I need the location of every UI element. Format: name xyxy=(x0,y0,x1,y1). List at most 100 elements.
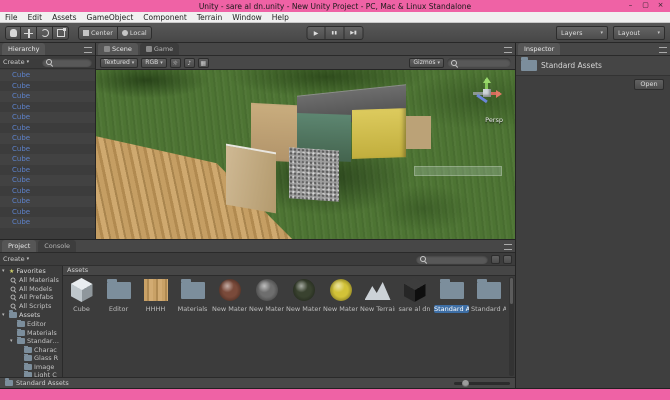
scene-lighting-toggle-icon[interactable]: ☼ xyxy=(169,57,181,68)
scene-orientation-gizmo[interactable] xyxy=(469,76,505,112)
asset-item[interactable]: sare al dn xyxy=(396,276,433,322)
hierarchy-item-cube[interactable]: Cube xyxy=(0,81,95,92)
hierarchy-item-cube[interactable]: Cube xyxy=(0,112,95,123)
menu-item[interactable]: Help xyxy=(267,13,294,22)
asset-item[interactable]: New Terrain xyxy=(359,276,396,322)
thumbnail-size-slider[interactable] xyxy=(454,379,510,387)
menu-item[interactable]: Edit xyxy=(23,13,48,22)
bottom-tab[interactable]: Project xyxy=(2,240,37,252)
favorite-search-item[interactable]: All Models xyxy=(0,285,62,294)
gizmo-hub[interactable] xyxy=(483,89,491,97)
draw-mode-dropdown[interactable]: Textured ▾ xyxy=(100,57,139,68)
create-dropdown[interactable]: Create ▾ xyxy=(3,58,29,66)
menu-item[interactable]: Terrain xyxy=(192,13,227,22)
play-button[interactable]: ▶ xyxy=(306,26,326,40)
panel-menu-icon[interactable] xyxy=(504,244,512,250)
tree-folder-item[interactable]: Materials xyxy=(0,328,62,338)
pivot-toggle-button[interactable]: Center xyxy=(78,26,118,40)
channels-label: RGB xyxy=(145,59,159,66)
tree-folder-item[interactable]: Image xyxy=(0,362,62,372)
view-tab[interactable]: Scene xyxy=(98,43,138,55)
menu-item[interactable]: File xyxy=(0,13,23,22)
hierarchy-item-cube[interactable]: Cube xyxy=(0,165,95,176)
project-create-dropdown[interactable]: Create ▾ xyxy=(3,255,29,263)
hand-icon xyxy=(9,29,17,37)
layers-dropdown[interactable]: Layers ▾ xyxy=(556,26,608,40)
scene-viewport[interactable]: Persp xyxy=(96,70,515,239)
asset-item[interactable]: HHHH xyxy=(137,276,174,322)
favorites-root[interactable]: ▾ ★ Favorites xyxy=(0,266,62,276)
gizmos-dropdown[interactable]: Gizmos ▾ xyxy=(409,57,444,68)
scale-tool-button[interactable] xyxy=(53,26,69,40)
close-button[interactable]: × xyxy=(653,0,668,12)
panel-menu-icon[interactable] xyxy=(504,47,512,53)
step-button[interactable]: ▶▮ xyxy=(344,26,364,40)
asset-item[interactable]: Standard A... xyxy=(433,276,470,322)
scene-search-input[interactable] xyxy=(447,58,511,67)
hierarchy-item-cube[interactable]: Cube xyxy=(0,207,95,218)
projection-label[interactable]: Persp xyxy=(485,116,503,124)
asset-item[interactable]: New Mater... xyxy=(211,276,248,322)
hierarchy-item-cube[interactable]: Cube xyxy=(0,196,95,207)
render-channels-dropdown[interactable]: RGB ▾ xyxy=(141,57,167,68)
favorite-search-item[interactable]: All Prefabs xyxy=(0,293,62,302)
hierarchy-item-cube[interactable]: Cube xyxy=(0,133,95,144)
grid-scrollbar[interactable] xyxy=(509,277,514,376)
hierarchy-item-cube[interactable]: Cube xyxy=(0,175,95,186)
tree-folder-item[interactable]: ▾ Standard Assets xyxy=(0,337,62,346)
options-icon[interactable] xyxy=(503,254,512,264)
rotate-tool-button[interactable] xyxy=(37,26,53,40)
space-toggle-button[interactable]: Local xyxy=(117,26,152,40)
asset-item[interactable]: New Mater... xyxy=(285,276,322,322)
titlebar[interactable]: Unity - sare al dn.unity - New Unity Pro… xyxy=(0,0,670,12)
lock-icon[interactable] xyxy=(491,254,500,264)
slider-knob[interactable] xyxy=(462,379,469,387)
assets-root[interactable]: ▾ Assets xyxy=(0,310,62,320)
panel-menu-icon[interactable] xyxy=(659,47,667,53)
hierarchy-item-cube[interactable]: Cube xyxy=(0,91,95,102)
view-tab[interactable]: Game xyxy=(139,43,180,55)
asset-thumbnail-shape xyxy=(292,279,315,301)
hierarchy-item-cube[interactable]: Cube xyxy=(0,186,95,197)
scrollbar-thumb[interactable] xyxy=(510,278,513,304)
layout-dropdown[interactable]: Layout ▾ xyxy=(613,26,665,40)
asset-thumbnail xyxy=(402,278,428,302)
menu-item[interactable]: Window xyxy=(227,13,267,22)
scene-effects-toggle-icon[interactable]: ▦ xyxy=(197,57,209,68)
building-tan-right-wall xyxy=(406,115,432,150)
pause-button[interactable]: ▮▮ xyxy=(325,26,345,40)
hierarchy-tab[interactable]: Hierarchy xyxy=(2,43,46,55)
panel-menu-icon[interactable] xyxy=(84,47,92,53)
asset-item[interactable]: Cube xyxy=(63,276,100,322)
hierarchy-item-cube[interactable]: Cube xyxy=(0,102,95,113)
minimize-button[interactable]: – xyxy=(623,0,638,12)
hierarchy-item-cube[interactable]: Cube xyxy=(0,70,95,81)
hand-tool-button[interactable] xyxy=(5,26,21,40)
project-search-input[interactable] xyxy=(416,254,488,264)
maximize-button[interactable]: ▢ xyxy=(638,0,653,12)
hierarchy-item-cube[interactable]: Cube xyxy=(0,144,95,155)
asset-item[interactable]: Materials xyxy=(174,276,211,322)
asset-item[interactable]: New Mater... xyxy=(322,276,359,322)
asset-item[interactable]: Editor xyxy=(100,276,137,322)
open-button[interactable]: Open xyxy=(634,79,664,90)
building-front-wall xyxy=(225,143,277,213)
asset-item[interactable]: New Mater... xyxy=(248,276,285,322)
hierarchy-item-cube[interactable]: Cube xyxy=(0,123,95,134)
tree-folder-item[interactable]: Charac xyxy=(0,345,62,355)
favorite-search-item[interactable]: All Scripts xyxy=(0,302,62,311)
menu-item[interactable]: GameObject xyxy=(82,13,139,22)
hierarchy-item-cube[interactable]: Cube xyxy=(0,154,95,165)
asset-item[interactable]: Standard A... xyxy=(470,276,507,322)
hierarchy-item-cube[interactable]: Cube xyxy=(0,217,95,228)
move-tool-button[interactable] xyxy=(21,26,37,40)
favorite-search-item[interactable]: All Materials xyxy=(0,276,62,285)
menu-item[interactable]: Component xyxy=(138,13,192,22)
hierarchy-search-input[interactable] xyxy=(42,57,92,67)
tree-folder-item[interactable]: Glass R xyxy=(0,354,62,363)
scene-audio-toggle-icon[interactable]: ♪ xyxy=(183,57,195,68)
inspector-tab[interactable]: Inspector xyxy=(518,43,561,55)
tree-folder-item[interactable]: Editor xyxy=(0,320,62,329)
menu-item[interactable]: Assets xyxy=(47,13,81,22)
bottom-tab[interactable]: Console xyxy=(38,240,77,252)
